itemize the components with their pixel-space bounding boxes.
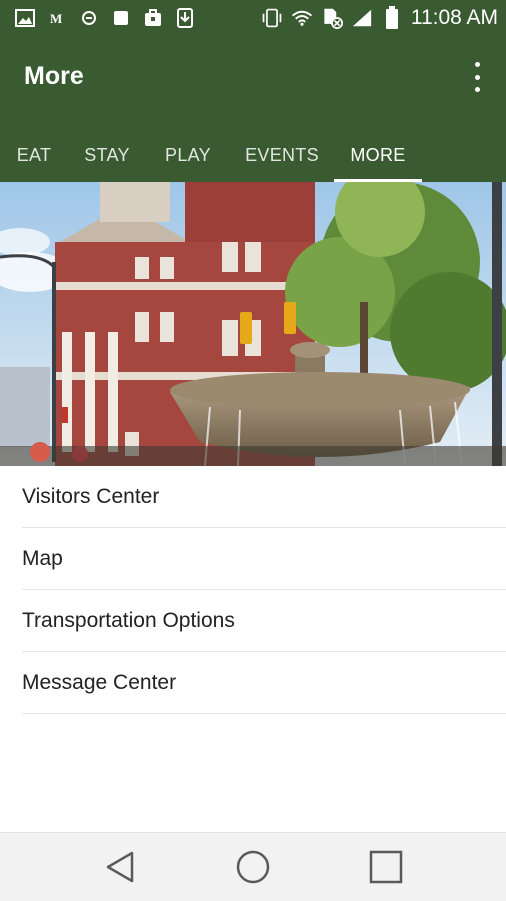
image-icon: [14, 7, 36, 29]
more-vert-icon[interactable]: [470, 62, 484, 92]
divider: [22, 713, 506, 714]
status-bar: M 11:08 AM: [0, 0, 506, 36]
menu-list: Visitors Center Map Transportation Optio…: [0, 466, 506, 714]
download-icon: [174, 7, 196, 29]
back-icon[interactable]: [100, 847, 140, 887]
menu-item-label: Visitors Center: [22, 485, 160, 508]
tab-label: STAY: [84, 144, 130, 165]
tab-bar: EAT STAY PLAY EVENTS MORE: [0, 128, 506, 182]
menu-item-visitors-center[interactable]: Visitors Center: [0, 466, 506, 528]
status-time: 11:08 AM: [410, 6, 498, 29]
settings-circle-icon: [78, 7, 100, 29]
stop-icon: [110, 7, 132, 29]
tab-label: EAT: [16, 144, 52, 165]
menu-item-transportation-options[interactable]: Transportation Options: [0, 590, 506, 652]
tab-more[interactable]: MORE: [334, 128, 422, 182]
tab-events[interactable]: EVENTS: [230, 128, 334, 182]
tab-label: PLAY: [165, 144, 211, 165]
app-bar: More EAT STAY PLAY EVENTS MORE: [0, 36, 506, 182]
briefcase-icon: [142, 7, 164, 29]
tab-eat[interactable]: EAT: [0, 128, 68, 182]
hero-image: [0, 182, 506, 466]
menu-item-label: Map: [22, 547, 63, 570]
home-icon[interactable]: [233, 847, 273, 887]
menu-item-map[interactable]: Map: [0, 528, 506, 590]
tab-label: EVENTS: [245, 144, 319, 165]
battery-icon: [381, 6, 403, 29]
svg-text:M: M: [50, 11, 62, 25]
menu-item-label: Message Center: [22, 671, 177, 694]
tab-stay[interactable]: STAY: [68, 128, 146, 182]
page-title: More: [24, 62, 84, 90]
signal-icon: [351, 7, 373, 29]
vibrate-icon: [261, 7, 283, 29]
menu-item-label: Transportation Options: [22, 609, 235, 632]
tab-label: MORE: [350, 144, 406, 165]
recents-icon[interactable]: [366, 847, 406, 887]
tab-play[interactable]: PLAY: [146, 128, 230, 182]
sim-blocked-icon: [321, 7, 343, 29]
menu-item-message-center[interactable]: Message Center: [0, 652, 506, 714]
wifi-icon: [291, 7, 313, 29]
navigation-bar: [0, 832, 506, 901]
gmail-icon: M: [46, 7, 68, 29]
